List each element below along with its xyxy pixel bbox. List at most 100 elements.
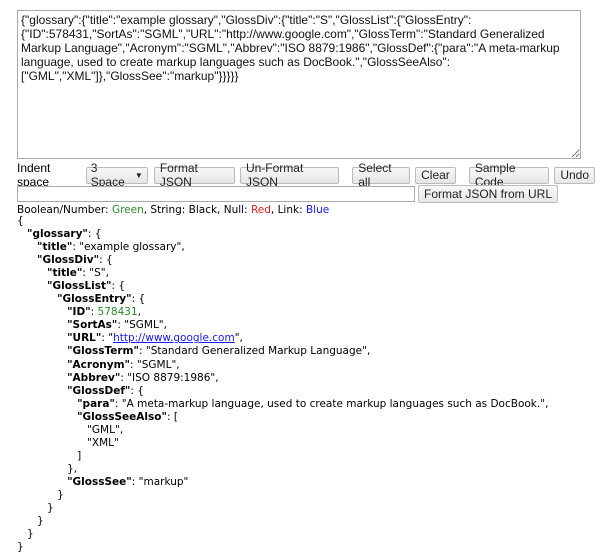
json-punct: , — [215, 371, 219, 384]
json-string: "SGML" — [124, 319, 164, 332]
json-punct: , — [239, 332, 243, 345]
json-line: "ID": 578431, — [17, 306, 548, 319]
json-punct: , — [137, 306, 141, 319]
json-line: } — [17, 541, 548, 554]
json-key: "SortAs" — [67, 319, 118, 332]
json-punct: { — [138, 293, 146, 306]
json-punct: , — [119, 423, 124, 436]
json-line: } — [17, 515, 548, 528]
json-punct: ] — [77, 449, 82, 462]
json-punct: : — [99, 254, 106, 267]
format-json-button[interactable]: Format JSON — [153, 161, 235, 189]
json-line: "GlossEntry": { — [17, 293, 548, 306]
json-punct: : — [130, 358, 137, 371]
json-line: ] — [17, 450, 548, 463]
json-key: "title" — [47, 267, 83, 280]
json-punct: : — [166, 410, 174, 423]
json-string: "A meta-markup language, used to create … — [121, 397, 546, 410]
json-punct: { — [17, 215, 24, 227]
select-all-button[interactable]: Select all — [352, 161, 411, 189]
json-string: "XML" — [87, 436, 119, 449]
json-line: }, — [17, 463, 548, 476]
json-line: "GML", — [17, 424, 548, 437]
json-string: "ISO 8879:1986" — [127, 371, 216, 384]
json-punct: : — [131, 475, 139, 488]
json-punct: { — [105, 254, 113, 267]
json-punct: : — [138, 345, 146, 358]
json-string: "Standard Generalized Markup Language" — [145, 345, 367, 358]
json-key: "URL" — [67, 332, 102, 345]
json-punct: } — [17, 541, 24, 554]
indent-space-label: Indent space — [17, 161, 51, 189]
json-punct: : — [114, 397, 122, 410]
json-key: "Abbrev" — [67, 371, 121, 384]
json-punct: } — [67, 462, 74, 475]
json-line: } — [17, 528, 548, 541]
json-line: "title": "example glossary", — [17, 241, 548, 254]
json-punct: : — [131, 293, 139, 306]
json-line: "glossary": { — [17, 228, 548, 241]
json-punct: } — [47, 502, 54, 515]
json-punct: { — [118, 280, 126, 293]
undo-button[interactable]: Undo — [554, 166, 595, 184]
json-key: "GlossDiv" — [37, 254, 100, 267]
dropdown-arrow-icon: ▼ — [134, 170, 143, 180]
json-key: "Acronym" — [67, 358, 131, 371]
json-string: "example glossary" — [79, 241, 182, 254]
json-line: { — [17, 215, 548, 228]
json-key: "ID" — [67, 306, 91, 319]
json-line: "para": "A meta-markup language, used to… — [17, 398, 548, 411]
json-line: } — [17, 489, 548, 502]
json-punct: , — [545, 397, 549, 410]
json-link[interactable]: http://www.google.com — [113, 332, 235, 344]
json-punct: [ — [173, 410, 178, 423]
json-punct: , — [105, 267, 109, 280]
json-punct: : — [87, 228, 95, 241]
json-punct: { — [94, 228, 102, 241]
json-line: "GlossSeeAlso": [ — [17, 411, 548, 424]
json-line: "Abbrev": "ISO 8879:1986", — [17, 372, 548, 385]
json-punct: } — [27, 528, 34, 541]
json-punct: , — [176, 358, 180, 371]
json-line: } — [17, 502, 548, 515]
json-key: "GlossList" — [47, 280, 112, 293]
json-key: "GlossSee" — [67, 475, 132, 488]
json-punct: , — [366, 345, 371, 358]
json-punct: { — [137, 384, 144, 397]
unformat-json-button[interactable]: Un-Format JSON — [239, 161, 340, 189]
json-line: "title": "S", — [17, 267, 548, 280]
toolbar: Indent space 3 Space ▼ Format JSON Un-Fo… — [17, 161, 600, 189]
json-line: "GlossTerm": "Standard Generalized Marku… — [17, 345, 548, 358]
url-input[interactable] — [17, 186, 415, 202]
json-number: 578431 — [97, 306, 138, 319]
json-key: "GlossTerm" — [67, 345, 139, 358]
json-key: "GlossEntry" — [57, 293, 132, 306]
json-punct: : — [90, 306, 98, 319]
json-punct: , — [163, 319, 167, 332]
json-key: "para" — [77, 397, 115, 410]
json-string: "markup" — [138, 475, 189, 488]
json-line: "URL": "http://www.google.com", — [17, 332, 548, 345]
json-line: "Acronym": "SGML", — [17, 359, 548, 372]
indent-space-select[interactable]: 3 Space ▼ — [85, 161, 148, 189]
sample-code-button[interactable]: Sample Code — [468, 161, 550, 189]
json-punct: , — [181, 241, 185, 254]
json-line: "SortAs": "SGML", — [17, 319, 548, 332]
json-string: "S" — [89, 267, 106, 280]
json-input-textarea[interactable] — [17, 10, 581, 159]
json-string: "GML" — [87, 423, 120, 436]
json-line: "GlossSee": "markup" — [17, 476, 548, 489]
json-punct: } — [37, 515, 44, 528]
json-line: "GlossDef": { — [17, 385, 548, 398]
json-key: "title" — [37, 241, 73, 254]
format-json-from-url-button[interactable]: Format JSON from URL — [418, 185, 559, 203]
json-key: "GlossSeeAlso" — [77, 410, 167, 423]
json-line: "XML" — [17, 437, 548, 450]
formatted-json-output: { "glossary": { "title": "example glossa… — [17, 215, 548, 554]
json-line: "GlossList": { — [17, 280, 548, 293]
json-line: "GlossDiv": { — [17, 254, 548, 267]
json-string: "SGML" — [136, 358, 177, 371]
json-punct: , — [73, 462, 78, 475]
json-key: "GlossDef" — [67, 384, 131, 397]
clear-button[interactable]: Clear — [415, 166, 456, 184]
